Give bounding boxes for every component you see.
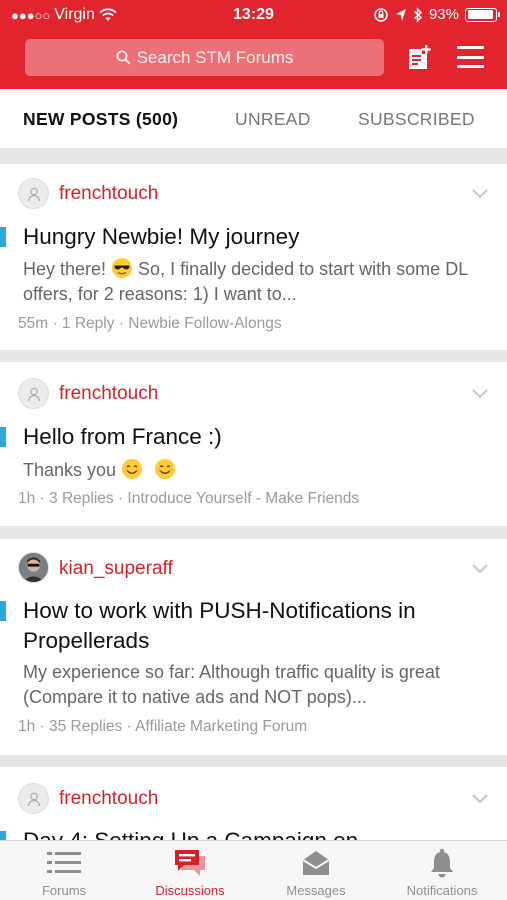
chevron-down-icon[interactable] [472,189,488,199]
chevron-down-icon[interactable] [472,564,488,574]
battery-icon [465,7,500,22]
unread-indicator [0,831,6,840]
smile-emoji-icon [155,459,176,479]
list-icon [47,852,81,873]
post-excerpt: My experience so far: Although traffic q… [23,662,440,707]
post-author[interactable]: frenchtouch [59,183,158,205]
post-author[interactable]: frenchtouch [59,788,158,810]
status-icons: 93% [373,6,500,23]
post-card[interactable]: frenchtouch Hungry Newbie! My journey He… [0,164,507,350]
post-meta: 55m · 1 Reply · Newbie Follow-Alongs [18,315,282,332]
post-author[interactable]: kian_superaff [59,558,173,580]
nav-forums[interactable]: Forums [14,841,114,900]
tab-unread[interactable]: UNREAD [235,109,311,130]
nav-discussions[interactable]: Discussions [140,841,240,900]
nav-forums-label: Forums [41,883,87,898]
new-post-icon[interactable] [406,44,432,72]
post-meta: 1h · 3 Replies · Introduce Yourself - Ma… [18,490,360,507]
location-icon [395,8,406,21]
app-header: ●●●○○ Virgin 13:29 93% Search STM Forums [0,0,507,89]
smile-emoji-icon [122,459,143,479]
user-photo-avatar[interactable] [18,552,49,583]
post-title[interactable]: Day 4: Setting Up a Campaign on [23,826,493,840]
post-meta: 1h · 35 Replies · Affiliate Marketing Fo… [18,718,308,735]
post-author[interactable]: frenchtouch [59,383,158,405]
chat-bubbles-icon [175,850,205,876]
nav-messages[interactable]: Messages [266,841,366,900]
bell-icon [431,848,453,878]
tab-new-posts[interactable]: NEW POSTS (500) [23,109,178,130]
search-icon [116,50,131,65]
battery-percentage: 93% [428,6,459,23]
post-card[interactable]: frenchtouch Hello from France :) Thanks … [0,362,507,526]
excerpt-text: Thanks you [23,460,122,480]
battery-level [467,10,493,19]
tab-subscribed[interactable]: SUBSCRIBED [358,109,475,130]
post-card[interactable]: kian_superaff How to work with PUSH-Noti… [0,539,507,755]
chevron-down-icon[interactable] [472,389,488,399]
unread-indicator [0,601,6,621]
rotation-lock-icon [374,7,388,22]
default-user-icon[interactable] [18,178,49,209]
default-user-icon[interactable] [18,378,49,409]
unread-indicator [0,427,6,447]
bottom-tab-bar: Forums Discussions Messages Notification… [0,840,507,900]
search-bar[interactable]: Search STM Forums [25,39,384,76]
chevron-down-icon[interactable] [472,794,488,804]
default-user-icon[interactable] [18,783,49,814]
post-title[interactable]: Hello from France :) [23,422,493,452]
post-title[interactable]: Hungry Newbie! My journey [23,222,493,252]
unread-indicator [0,227,6,247]
bluetooth-icon [413,6,423,23]
nav-notifications-label: Notifications [406,883,478,898]
nav-notifications[interactable]: Notifications [392,841,492,900]
envelope-icon [302,851,330,875]
nav-messages-label: Messages [286,883,346,898]
nav-discussions-label: Discussions [155,883,225,898]
post-card[interactable]: frenchtouch Day 4: Setting Up a Campaign… [0,767,507,840]
search-placeholder: Search STM Forums [136,47,294,67]
post-feed[interactable]: frenchtouch Hungry Newbie! My journey He… [0,148,507,840]
excerpt-text-start: Hey there! [23,259,112,279]
post-excerpt: Thanks you [23,458,493,483]
sunglasses-emoji-icon [112,258,133,278]
status-bar: ●●●○○ Virgin 13:29 93% [0,0,507,30]
discussion-tabs: NEW POSTS (500) UNREAD SUBSCRIBED [0,89,507,148]
post-excerpt: Hey there! So, I finally decided to star… [23,257,493,307]
hamburger-menu-icon[interactable] [457,46,484,68]
post-title[interactable]: How to work with PUSH-Notifications in P… [23,596,493,656]
